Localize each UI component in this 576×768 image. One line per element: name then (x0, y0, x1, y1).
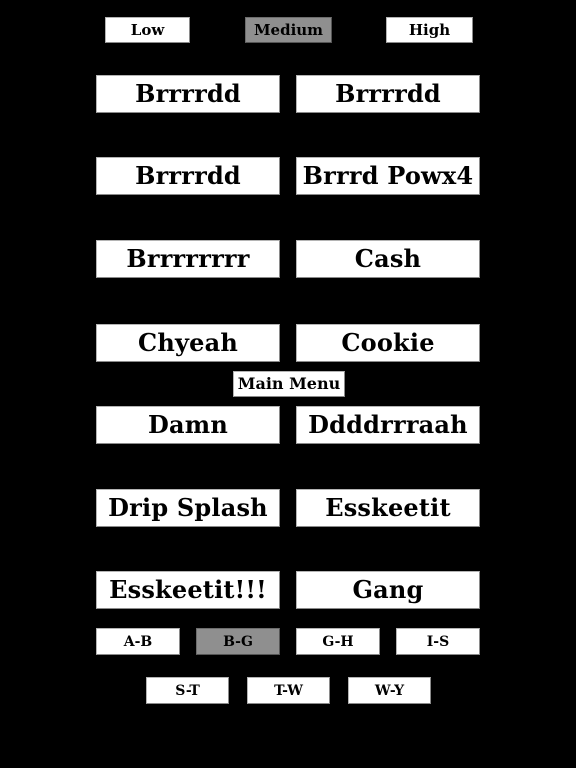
sound-button[interactable]: Drip Splash (96, 489, 280, 527)
sound-button[interactable]: Brrrrrrrr (96, 240, 280, 278)
sound-button[interactable]: Brrrd Powx4 (296, 157, 480, 195)
alpha-nav-button-t-w[interactable]: T-W (247, 677, 330, 704)
alpha-nav-button-s-t[interactable]: S-T (146, 677, 229, 704)
difficulty-button-high[interactable]: High (386, 17, 473, 43)
alpha-nav-button-i-s[interactable]: I-S (396, 628, 480, 655)
main-menu-button[interactable]: Main Menu (233, 371, 345, 397)
alpha-nav-button-w-y[interactable]: W-Y (348, 677, 431, 704)
sound-button[interactable]: Esskeetit (296, 489, 480, 527)
sound-button[interactable]: Chyeah (96, 324, 280, 362)
alpha-nav-button-b-g[interactable]: B-G (196, 628, 280, 655)
sound-button[interactable]: Cookie (296, 324, 480, 362)
sound-button[interactable]: Gang (296, 571, 480, 609)
alpha-nav-button-g-h[interactable]: G-H (296, 628, 380, 655)
difficulty-button-low[interactable]: Low (105, 17, 190, 43)
sound-button[interactable]: Damn (96, 406, 280, 444)
app-screen: Low Medium High Brrrrdd Brrrrdd Brrrrdd … (0, 0, 576, 768)
sound-button[interactable]: Esskeetit!!! (96, 571, 280, 609)
sound-button[interactable]: Brrrrdd (296, 75, 480, 113)
difficulty-button-medium[interactable]: Medium (245, 17, 332, 43)
sound-button[interactable]: Brrrrdd (96, 157, 280, 195)
sound-button[interactable]: Cash (296, 240, 480, 278)
sound-button[interactable]: Ddddrrraah (296, 406, 480, 444)
alpha-nav-button-a-b[interactable]: A-B (96, 628, 180, 655)
sound-button[interactable]: Brrrrdd (96, 75, 280, 113)
